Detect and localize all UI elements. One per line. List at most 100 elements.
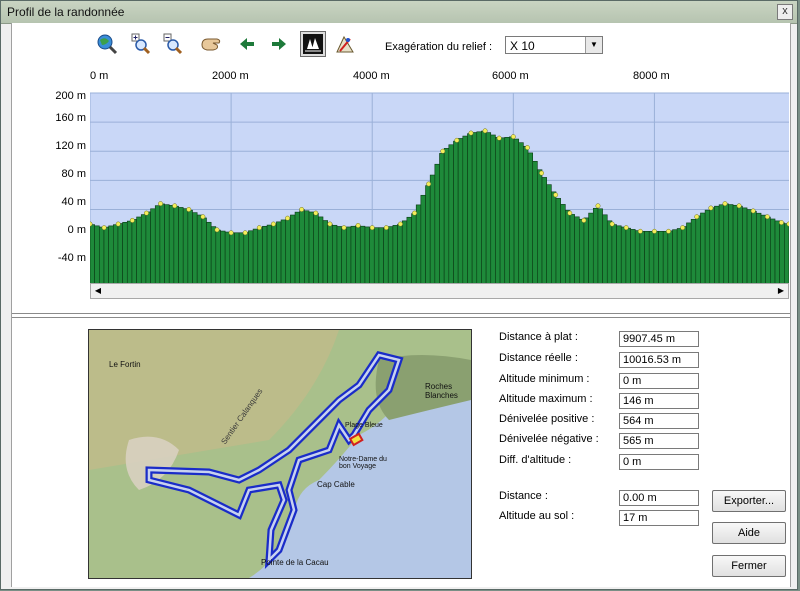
- zoom-out-icon[interactable]: [160, 31, 186, 57]
- profile-bar: [578, 218, 585, 292]
- export-button[interactable]: Exporter...: [712, 490, 786, 512]
- route-map[interactable]: Pointe de la Cacau Cap Cable Roches Blan…: [88, 329, 472, 579]
- profile-bar: [154, 205, 161, 292]
- profile-bar: [322, 220, 328, 292]
- profile-bar: [387, 226, 394, 292]
- profile-bar: [439, 153, 445, 292]
- elevation-profile-chart[interactable]: [90, 85, 789, 299]
- profile-point: [708, 205, 714, 211]
- profile-bar: [271, 223, 277, 292]
- profile-bar: [560, 204, 566, 292]
- profile-bar: [537, 169, 543, 292]
- chart-scrollbar[interactable]: ◀ ▶: [90, 283, 789, 299]
- profile-bar: [471, 132, 478, 292]
- profile-bar: [681, 226, 687, 292]
- profile-bar: [714, 205, 720, 292]
- arrow-right-icon[interactable]: [266, 31, 292, 57]
- profile-bar: [583, 217, 589, 292]
- profile-bar: [676, 228, 683, 292]
- profile-bar: [140, 214, 147, 292]
- profile-bar: [220, 230, 226, 292]
- profile-bar: [187, 209, 193, 292]
- profile-bar: [126, 220, 133, 292]
- profile-point: [115, 221, 121, 227]
- profile-bar: [182, 208, 189, 292]
- profile-bar: [355, 225, 361, 292]
- profile-bar: [718, 204, 725, 292]
- profile-bar: [602, 214, 608, 292]
- profile-point: [299, 207, 305, 212]
- close-button[interactable]: x: [777, 4, 793, 20]
- profile-point: [355, 223, 361, 228]
- y-tick-label: 40 m: [61, 196, 86, 208]
- profile-bar: [690, 218, 697, 292]
- profile-bar: [481, 130, 487, 292]
- stat-value-denivele-neg: 565 m: [619, 433, 699, 449]
- profile-bar: [318, 216, 324, 292]
- stat-label-alt-min: Altitude minimum :: [499, 373, 590, 385]
- profile-bar: [606, 220, 613, 292]
- profile-bar: [597, 208, 603, 292]
- forest-profile-icon[interactable]: [300, 31, 326, 57]
- profile-point: [524, 145, 530, 151]
- profile-bar: [313, 212, 319, 292]
- profile-bar: [588, 212, 594, 292]
- title-bar[interactable]: Profil de la randonnée x: [1, 1, 797, 24]
- profile-bar: [173, 205, 179, 292]
- profile-bar: [723, 203, 729, 292]
- profile-bar: [630, 229, 636, 292]
- profile-bar: [122, 221, 128, 292]
- y-tick-label: 80 m: [61, 168, 86, 180]
- profile-point: [496, 135, 502, 141]
- profile-bar: [695, 215, 701, 292]
- profile-point: [750, 208, 756, 214]
- profile-bar: [700, 212, 706, 292]
- pan-hand-icon[interactable]: [198, 31, 224, 57]
- profile-bar: [541, 177, 547, 292]
- profile-bar: [280, 219, 287, 292]
- profile-bar: [784, 223, 789, 292]
- scroll-left-icon[interactable]: ◀: [91, 284, 105, 298]
- profile-point: [242, 230, 248, 236]
- profile-bar: [546, 184, 552, 292]
- profile-bar: [196, 214, 203, 292]
- profile-point: [722, 201, 728, 207]
- map-label: Plage Bleue: [345, 422, 383, 429]
- profile-bar: [276, 221, 282, 292]
- y-tick-label: 200 m: [55, 90, 86, 102]
- profile-point: [101, 225, 107, 231]
- profile-point: [186, 207, 192, 212]
- profile-point: [609, 221, 615, 227]
- stat-value-diff-alt: 0 m: [619, 454, 699, 470]
- profile-bar: [131, 219, 137, 292]
- hiker-map-icon[interactable]: [332, 31, 358, 57]
- stat-label-denivele-pos: Dénivelée positive :: [499, 413, 595, 425]
- profile-bar: [99, 226, 105, 292]
- profile-bar: [373, 227, 380, 292]
- scroll-right-icon[interactable]: ▶: [774, 284, 788, 298]
- profile-bar: [457, 138, 464, 292]
- x-tick-label: 8000 m: [633, 70, 670, 82]
- profile-bar: [448, 144, 454, 292]
- profile-bar: [345, 226, 352, 292]
- profile-bar: [551, 191, 557, 292]
- profile-bar: [485, 132, 492, 292]
- profile-bar: [527, 152, 534, 292]
- y-tick-label: 120 m: [55, 140, 86, 152]
- arrow-left-icon[interactable]: [234, 31, 260, 57]
- zoom-in-icon[interactable]: [128, 31, 154, 57]
- exaggeration-select[interactable]: X 10 ▼: [505, 36, 603, 54]
- globe-icon[interactable]: [94, 31, 120, 57]
- profile-bar: [257, 227, 263, 292]
- profile-bar: [616, 225, 622, 292]
- help-button[interactable]: Aide: [712, 522, 786, 544]
- profile-bar: [252, 228, 259, 292]
- profile-bar: [742, 207, 748, 292]
- close-dialog-button[interactable]: Fermer: [712, 555, 786, 577]
- x-tick-label: 0 m: [90, 70, 109, 82]
- profile-point: [567, 210, 573, 216]
- profile-bar: [201, 217, 207, 292]
- chevron-down-icon[interactable]: ▼: [585, 37, 602, 53]
- profile-point: [426, 181, 432, 187]
- stat-label-diff-alt: Diff. d'altitude :: [499, 454, 572, 466]
